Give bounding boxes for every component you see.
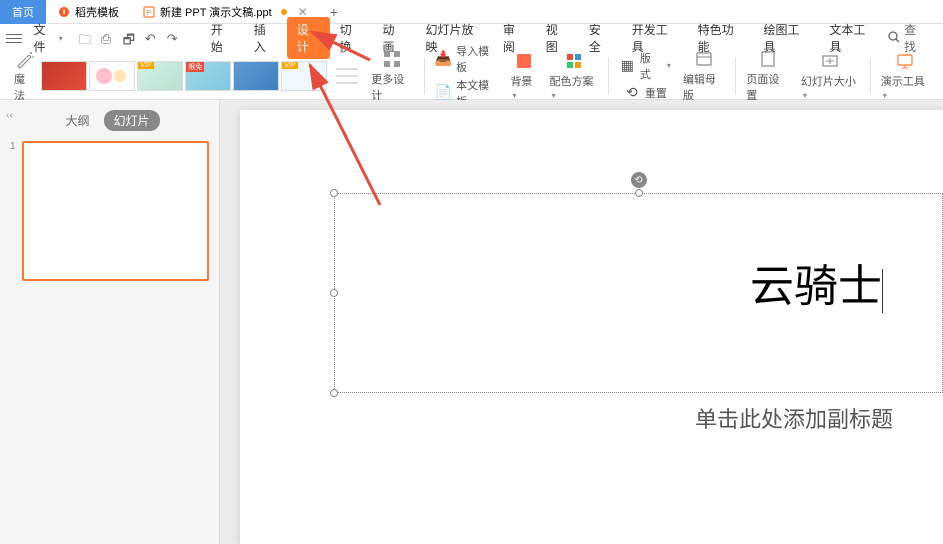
layout-button[interactable]: ▦ 版式 ▾ (619, 50, 671, 82)
more-design-button[interactable]: 更多设计 (365, 47, 419, 105)
tab-home-label: 首页 (12, 4, 34, 20)
resize-handle[interactable] (635, 189, 643, 197)
hamburger-icon[interactable] (6, 30, 22, 46)
resize-handle[interactable] (330, 189, 338, 197)
slide-number: 1 (10, 141, 16, 152)
canvas-area: ⟲ 云骑士 单击此处添加副标题 (220, 100, 943, 544)
ribbon-toolbar: 魔法 VIP 限免 VIP 更多设计 📥 导入模板 📄 本文模板 (0, 52, 943, 100)
main-area: ‹‹ 大纲 幻灯片 1 ⟲ 云骑士 单击此处添加副标题 (0, 100, 943, 544)
magic-wand-icon (15, 49, 35, 69)
slide-title-text[interactable]: 云骑士 (750, 250, 883, 314)
magic-button[interactable]: 魔法 (8, 47, 41, 105)
collapse-panel-button[interactable]: ‹‹ (6, 110, 13, 121)
reset-button[interactable]: ⟲ 重置 (623, 84, 667, 102)
present-tools-icon (895, 51, 915, 71)
magic-label: 魔法 (14, 71, 35, 103)
template-thumb-1[interactable] (41, 61, 87, 91)
layout-group: ▦ 版式▾ ⟲ 重置 (613, 54, 677, 98)
ppt-icon: P (143, 6, 155, 18)
tab-home[interactable]: 首页 (0, 0, 46, 24)
reset-icon: ⟲ (623, 84, 641, 102)
unsaved-dot-icon (281, 9, 287, 15)
side-panel-tabs: 大纲 幻灯片 (10, 110, 209, 131)
background-icon (514, 51, 534, 71)
slide-size-label: 幻灯片大小▾ (801, 73, 860, 101)
text-cursor (882, 269, 883, 313)
document-icon: 📄 (435, 84, 452, 102)
resize-handle[interactable] (330, 389, 338, 397)
background-label: 背景▾ (510, 73, 537, 101)
quick-access-toolbar: 🗀 ⎙ 🗗 ↶ ↷ (79, 31, 181, 45)
resize-handle[interactable] (330, 289, 338, 297)
slide-subtitle-placeholder[interactable]: 单击此处添加副标题 (695, 402, 893, 434)
save-icon[interactable]: 🗀 (79, 31, 93, 45)
slide-size-button[interactable]: 幻灯片大小▾ (795, 49, 866, 103)
vip-badge-2: VIP (282, 62, 297, 69)
side-tab-slides[interactable]: 幻灯片 (104, 110, 160, 131)
template-scroll-button[interactable] (329, 61, 365, 91)
background-button[interactable]: 背景▾ (504, 49, 543, 103)
separator (735, 58, 736, 94)
grid-icon (382, 49, 402, 69)
template-thumb-6[interactable]: VIP (281, 61, 327, 91)
vip-badge: VIP (138, 62, 153, 69)
present-tools-label: 演示工具▾ (881, 73, 929, 101)
layout-icon: ▦ (619, 57, 636, 75)
import-template-button[interactable]: 📥 导入模板 (435, 43, 499, 75)
import-icon: 📥 (435, 50, 452, 68)
template-group: 📥 导入模板 📄 本文模板 (429, 54, 505, 98)
master-icon (694, 49, 714, 69)
page-setup-button[interactable]: 页面设置 (740, 47, 794, 105)
separator (424, 58, 425, 94)
svg-text:P: P (147, 10, 152, 17)
search-icon (887, 30, 901, 47)
flame-icon (58, 6, 70, 18)
separator (608, 58, 609, 94)
slide-size-icon (820, 51, 840, 71)
present-tools-button[interactable]: 演示工具▾ (875, 49, 935, 103)
slide-canvas[interactable]: ⟲ 云骑士 单击此处添加副标题 (240, 110, 943, 544)
reset-label: 重置 (645, 85, 667, 101)
redo-icon[interactable]: ↷ (167, 31, 181, 45)
color-scheme-button[interactable]: 配色方案▾ (543, 49, 603, 103)
side-panel: ‹‹ 大纲 幻灯片 1 (0, 100, 220, 544)
side-tab-outline[interactable]: 大纲 (59, 110, 95, 131)
print-preview-icon[interactable]: 🗗 (123, 31, 137, 45)
page-setup-label: 页面设置 (746, 71, 788, 103)
slide-thumbnail[interactable] (22, 141, 209, 281)
undo-icon[interactable]: ↶ (145, 31, 159, 45)
tab-docker-label: 稻壳模板 (75, 4, 119, 20)
limited-badge: 限免 (186, 62, 204, 72)
separator (870, 58, 871, 94)
edit-master-button[interactable]: 编辑母版 (677, 47, 731, 105)
page-setup-icon (758, 49, 778, 69)
template-thumb-4[interactable]: 限免 (185, 61, 231, 91)
ribbon-tab-start[interactable]: 开始 (201, 17, 244, 59)
tab-docker-templates[interactable]: 稻壳模板 (46, 0, 131, 24)
chevron-down-icon: ▾ (803, 91, 807, 100)
edit-master-label: 编辑母版 (683, 71, 725, 103)
chevron-down-icon: ▾ (512, 91, 516, 100)
template-gallery: VIP 限免 VIP (41, 61, 365, 91)
more-design-label: 更多设计 (371, 71, 413, 103)
template-thumb-2[interactable] (89, 61, 135, 91)
template-thumb-5[interactable] (233, 61, 279, 91)
chevron-down-icon: ▾ (667, 61, 671, 70)
ribbon-tab-design[interactable]: 设计 (287, 17, 330, 59)
print-icon[interactable]: ⎙ (101, 31, 115, 45)
slide-thumbnail-item[interactable]: 1 (10, 141, 209, 281)
import-template-label: 导入模板 (456, 43, 498, 75)
template-thumb-3[interactable]: VIP (137, 61, 183, 91)
chevron-down-icon: ▾ (551, 91, 555, 100)
color-scheme-label: 配色方案▾ (549, 73, 597, 101)
color-scheme-icon (564, 51, 584, 71)
rotate-handle-icon[interactable]: ⟲ (631, 172, 647, 188)
ribbon-tab-insert[interactable]: 插入 (244, 17, 287, 59)
layout-label: 版式 (640, 50, 661, 82)
chevron-down-icon: ▾ (59, 34, 63, 43)
chevron-down-icon: ▾ (883, 91, 887, 100)
